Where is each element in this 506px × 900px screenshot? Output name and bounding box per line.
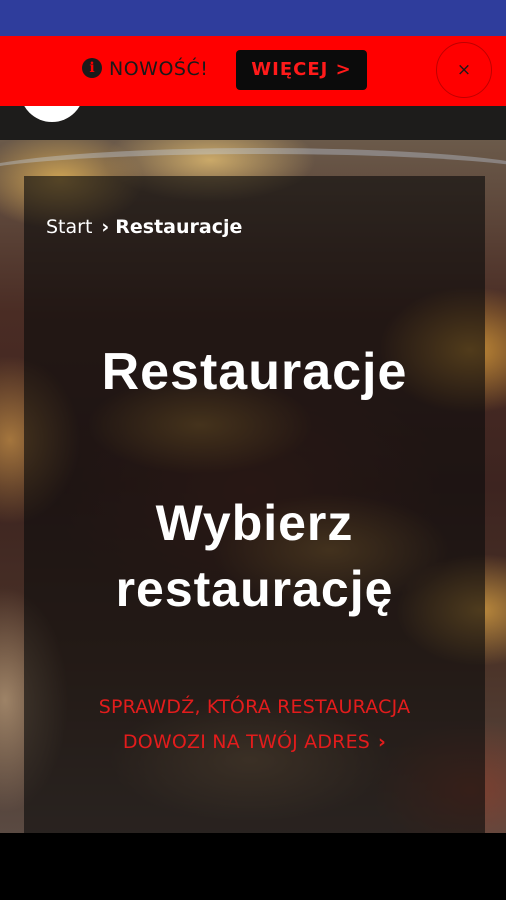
hero-section: Start › Restauracje Restauracje Wybierz re… <box>0 140 506 833</box>
breadcrumb: Start › Restauracje <box>46 214 242 240</box>
close-icon: × <box>456 60 472 80</box>
status-bar <box>0 0 506 36</box>
close-button[interactable]: × <box>436 42 492 98</box>
check-delivery-link[interactable]: SPRAWDŹ, KTÓRA RESTAURACJA DOWOZI NA TWÓ… <box>64 690 445 760</box>
info-icon: i <box>82 58 102 78</box>
more-button[interactable]: WIĘCEJ > <box>236 50 367 90</box>
page-subtitle: Wybierz restaurację <box>115 495 394 617</box>
breadcrumb-home-link[interactable]: Start <box>46 216 92 238</box>
breadcrumb-current: Restauracje <box>115 216 243 238</box>
chevron-right-icon: › <box>378 731 387 753</box>
chevron-right-icon: › <box>101 216 110 238</box>
check-delivery-text: SPRAWDŹ, KTÓRA RESTAURACJA DOWOZI NA TWÓ… <box>98 696 411 753</box>
hero-overlay-card: Start › Restauracje Restauracje Wybierz re… <box>24 176 485 833</box>
promo-text: NOWOŚĆ! <box>109 58 209 80</box>
navigation-bar <box>0 833 506 900</box>
logo[interactable] <box>20 106 84 122</box>
page-title: Restauracje <box>101 343 408 401</box>
site-header <box>0 106 506 140</box>
promo-banner: i NOWOŚĆ! WIĘCEJ > × <box>0 36 506 106</box>
